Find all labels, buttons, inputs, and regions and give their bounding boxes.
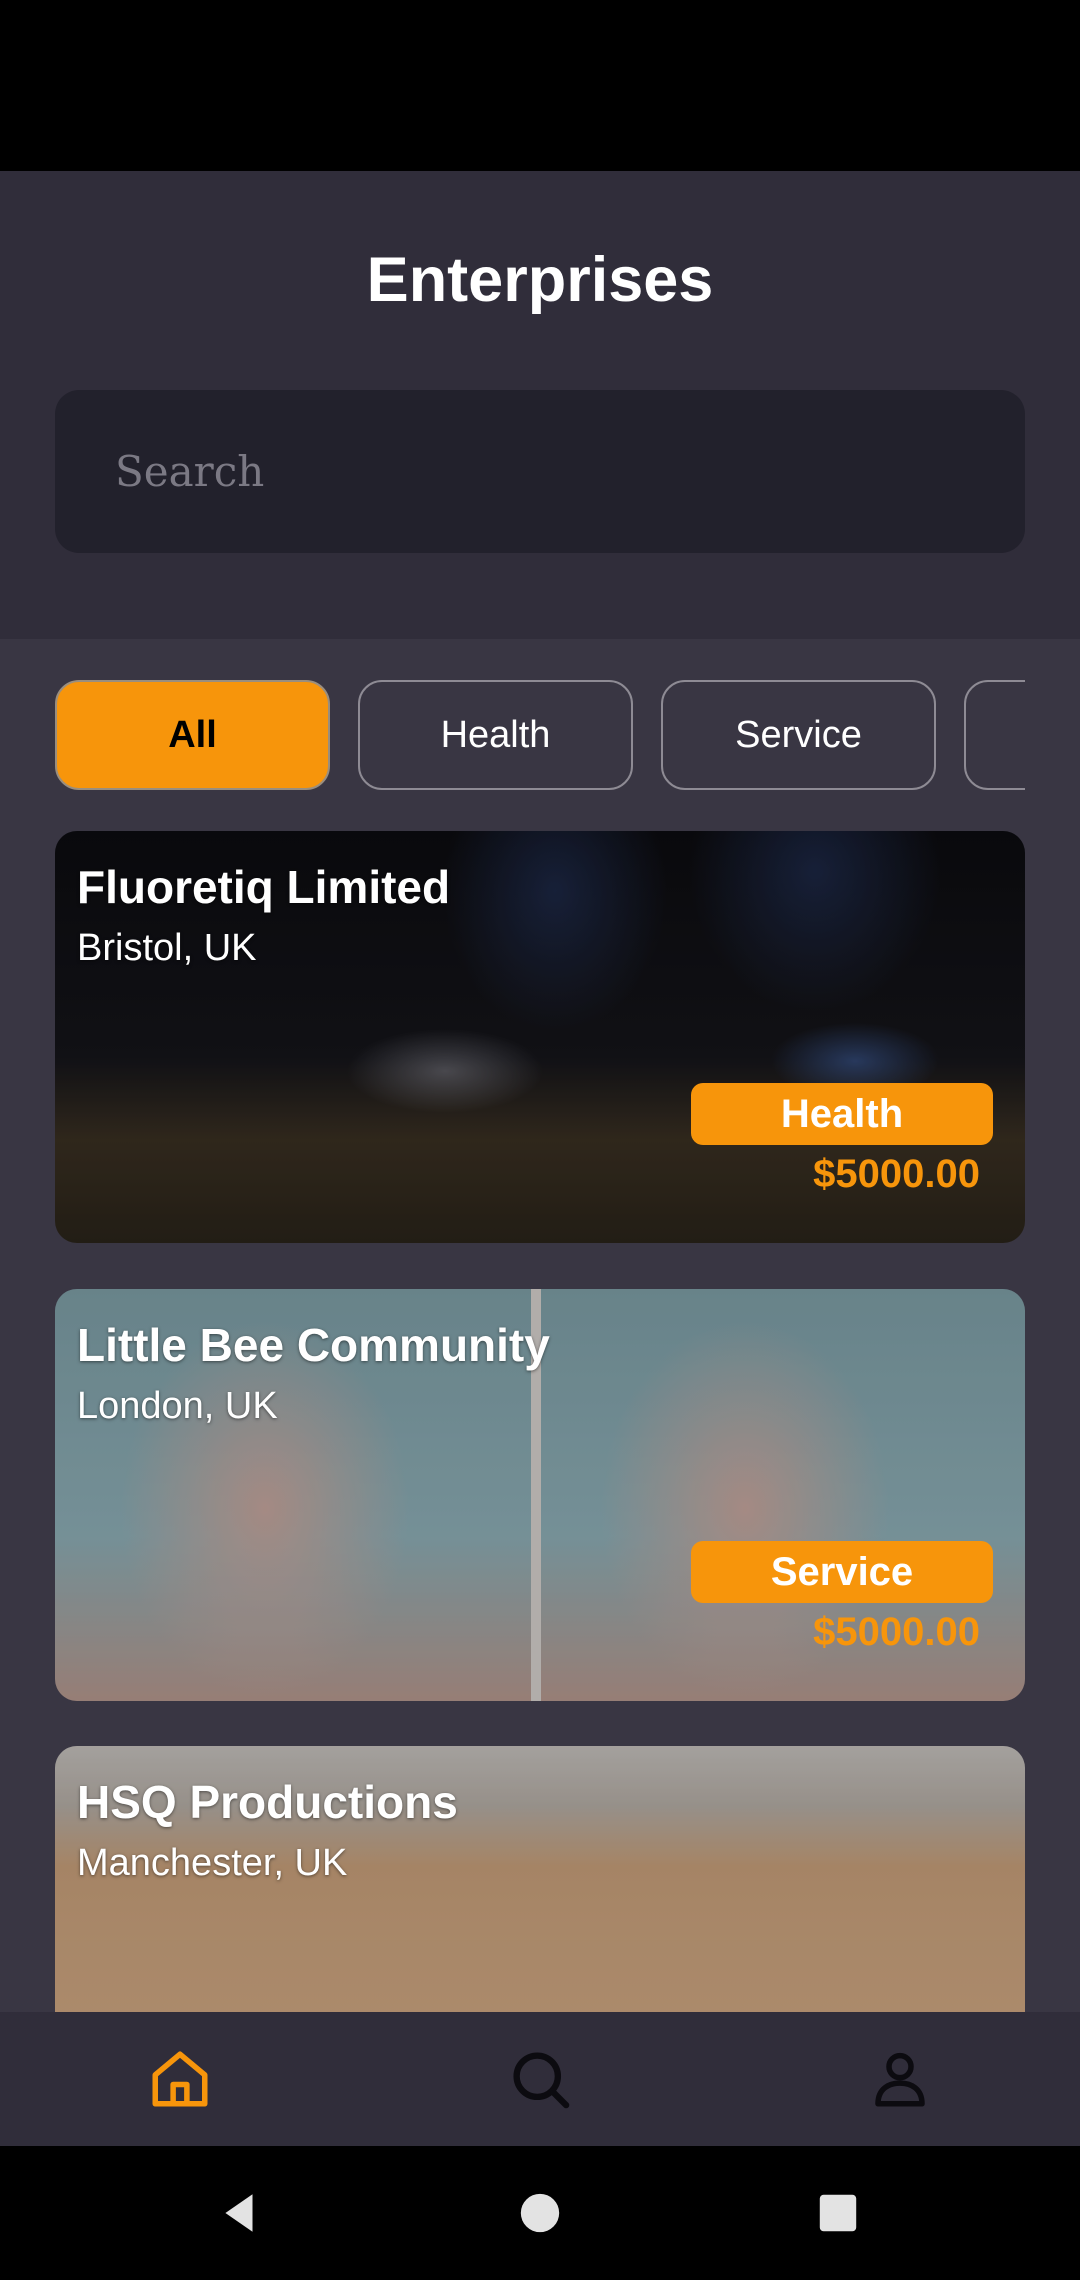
nav-profile[interactable]: [800, 2012, 1000, 2146]
enterprise-name: Little Bee Community: [77, 1319, 550, 1371]
enterprise-name: HSQ Productions: [77, 1776, 458, 1828]
back-icon: [225, 2194, 253, 2232]
category-badge: Service: [691, 1541, 993, 1603]
system-recents-button[interactable]: [768, 2146, 908, 2280]
home-icon: [152, 2051, 208, 2107]
page-title: Enterprises: [366, 245, 714, 315]
enterprise-card[interactable]: HSQ Productions Manchester, UK: [55, 1746, 1025, 2012]
home-circle-icon: [520, 2193, 560, 2233]
enterprise-city: London, UK: [77, 1385, 278, 1427]
system-home-button[interactable]: [470, 2146, 610, 2280]
filter-chip-more[interactable]: [964, 680, 1025, 790]
enterprise-card[interactable]: Fluoretiq Limited Bristol, UK Health $50…: [55, 831, 1025, 1243]
enterprise-price: $5000.00: [813, 1610, 980, 1654]
search-icon: [513, 2052, 570, 2109]
system-back-button[interactable]: [170, 2146, 310, 2280]
enterprise-name: Fluoretiq Limited: [77, 861, 451, 913]
filter-chip-health[interactable]: Health: [358, 680, 633, 790]
search-box[interactable]: [55, 390, 1025, 553]
bottom-nav: [0, 2012, 1080, 2146]
status-bar: [0, 0, 1080, 171]
category-badge: Health: [691, 1083, 993, 1145]
enterprise-city: Manchester, UK: [77, 1842, 348, 1884]
search-input[interactable]: [55, 390, 1025, 553]
nav-home[interactable]: [80, 2012, 280, 2146]
user-icon: [875, 2052, 925, 2107]
system-nav: [0, 2146, 1080, 2280]
filter-chip-all[interactable]: All: [55, 680, 330, 790]
enterprise-card[interactable]: Little Bee Community London, UK Service …: [55, 1289, 1025, 1701]
nav-search[interactable]: [440, 2012, 640, 2146]
recents-icon: [819, 2194, 857, 2232]
filter-chips: All Health Service: [55, 680, 1025, 790]
enterprise-city: Bristol, UK: [77, 927, 257, 969]
enterprise-list[interactable]: All Health Service Fluoretiq Limited Bri…: [0, 639, 1080, 2012]
enterprise-price: $5000.00: [813, 1152, 980, 1196]
filter-chip-service[interactable]: Service: [661, 680, 936, 790]
